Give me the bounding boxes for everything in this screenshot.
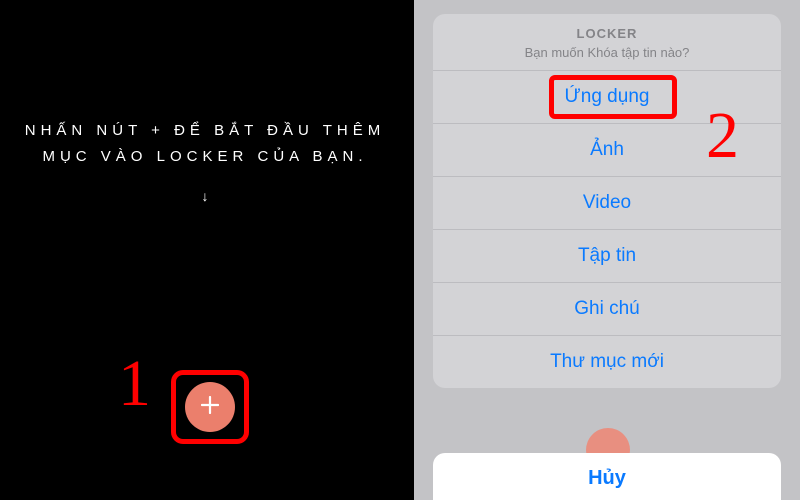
step-2-screen: LOCKER Bạn muốn Khóa tập tin nào? Ứng dụ… [410, 0, 800, 500]
annotation-step-1: 1 [118, 346, 151, 422]
annotation-step-2: 2 [706, 98, 739, 174]
cancel-button[interactable]: Hủy [588, 467, 626, 489]
down-arrow-icon: ↓ [0, 188, 410, 204]
option-video[interactable]: Video [433, 176, 781, 229]
plus-icon [201, 396, 219, 419]
intro-line-1: Nhấn nút + để bắt đầu thêm [14, 118, 396, 144]
empty-state-instruction: Nhấn nút + để bắt đầu thêm mục vào Locke… [0, 118, 410, 170]
action-sheet-cancel-row[interactable]: Hủy [433, 453, 781, 500]
tutorial-two-step-image: Nhấn nút + để bắt đầu thêm mục vào Locke… [0, 0, 800, 500]
action-sheet: LOCKER Bạn muốn Khóa tập tin nào? Ứng dụ… [433, 14, 781, 388]
option-note[interactable]: Ghi chú [433, 282, 781, 335]
annotation-highlight-box-1 [171, 370, 249, 444]
option-new-folder[interactable]: Thư mục mới [433, 335, 781, 388]
action-sheet-subtitle: Bạn muốn Khóa tập tin nào? [443, 45, 771, 60]
add-button[interactable] [185, 382, 235, 432]
option-file[interactable]: Tập tin [433, 229, 781, 282]
action-sheet-title: LOCKER [443, 26, 771, 41]
step-1-screen: Nhấn nút + để bắt đầu thêm mục vào Locke… [0, 0, 410, 500]
intro-line-2: mục vào Locker của bạn. [14, 144, 396, 170]
action-sheet-header: LOCKER Bạn muốn Khóa tập tin nào? [433, 14, 781, 70]
